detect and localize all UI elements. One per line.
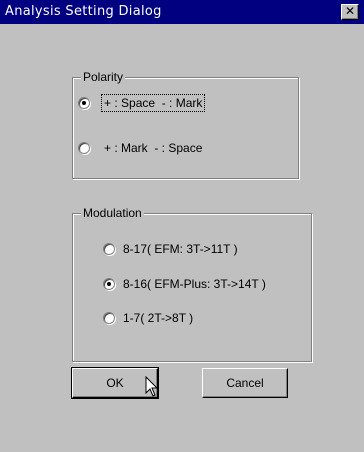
modulation-option-efm[interactable]: 8-17( EFM: 3T->11T )	[103, 241, 240, 257]
modulation-group: Modulation 8-17( EFM: 3T->11T ) 8-16( EF…	[72, 206, 312, 362]
modulation-group-title: Modulation	[81, 206, 144, 220]
polarity-option-mark-space[interactable]: + : Mark - : Space	[78, 140, 204, 156]
modulation-option-efm-plus[interactable]: 8-16( EFM-Plus: 3T->14T )	[103, 276, 268, 292]
radio-selected-icon[interactable]	[78, 97, 90, 109]
window-title: Analysis Setting Dialog	[5, 4, 162, 19]
modulation-option-label: 1-7( 2T->8T )	[123, 311, 194, 325]
title-bar[interactable]: Analysis Setting Dialog ✕	[0, 0, 364, 24]
cancel-button[interactable]: Cancel	[202, 368, 288, 398]
radio-selected-icon[interactable]	[103, 278, 115, 290]
polarity-option-label: + : Space - : Mark	[100, 94, 206, 112]
close-button[interactable]: ✕	[341, 4, 359, 20]
dialog-body: Polarity + : Space - : Mark + : Mark - :…	[0, 24, 364, 452]
modulation-option-1-7[interactable]: 1-7( 2T->8T )	[103, 310, 195, 326]
mouse-pointer-icon	[145, 376, 159, 397]
radio-unselected-icon[interactable]	[103, 312, 115, 324]
modulation-option-label: 8-17( EFM: 3T->11T )	[123, 242, 238, 256]
analysis-setting-dialog: Analysis Setting Dialog ✕ Polarity + : S…	[0, 0, 364, 452]
modulation-option-label: 8-16( EFM-Plus: 3T->14T )	[123, 277, 266, 291]
radio-unselected-icon[interactable]	[78, 142, 90, 154]
close-icon: ✕	[344, 4, 356, 18]
polarity-group: Polarity + : Space - : Mark + : Mark - :…	[72, 70, 299, 179]
radio-unselected-icon[interactable]	[103, 243, 115, 255]
polarity-option-space-mark[interactable]: + : Space - : Mark	[78, 94, 206, 112]
polarity-group-title: Polarity	[81, 70, 126, 84]
polarity-option-label: + : Mark - : Space	[104, 141, 203, 155]
